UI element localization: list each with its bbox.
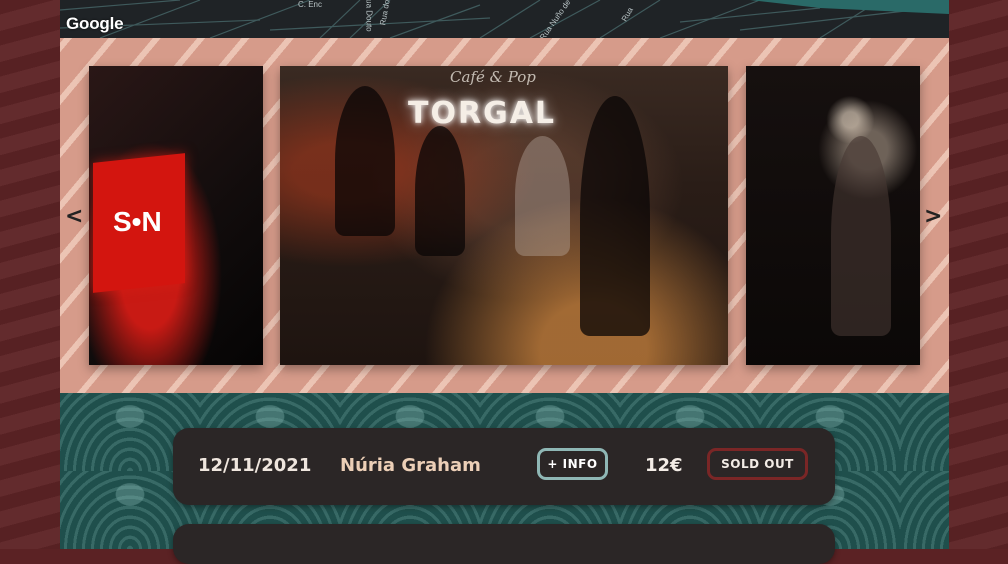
event-row <box>173 524 835 564</box>
event-artist: Núria Graham <box>340 455 481 476</box>
chevron-left-icon: < <box>65 204 84 229</box>
events-section: 12/11/2021 Núria Graham + INFO 12€ SOLD … <box>60 393 949 564</box>
musician-figure <box>335 86 395 236</box>
street-label: C. Enc <box>298 0 323 9</box>
gallery-slide-3[interactable] <box>746 66 920 365</box>
left-background-panel <box>0 0 60 549</box>
musician-figure <box>415 126 465 256</box>
neon-sign: TORGAL <box>408 96 557 131</box>
musician-figure <box>515 136 570 256</box>
map-roads <box>60 0 949 38</box>
sign-text: S•N <box>113 206 162 237</box>
musician-figure <box>580 96 650 336</box>
right-background-panel <box>949 0 1008 549</box>
neon-subtitle: Café & Pop <box>450 68 536 86</box>
google-logo: Google <box>66 14 124 33</box>
gallery-next-button[interactable]: > <box>924 204 942 229</box>
event-date: 12/11/2021 <box>198 455 312 476</box>
street-label: Rua Douto <box>364 0 374 32</box>
photo-gallery: < S•N Café & Pop TORGAL > <box>60 38 949 393</box>
chevron-right-icon: > <box>924 204 943 229</box>
map-embed[interactable]: C. Enc Rua Douto Rua do Rua Nuño de C Ru… <box>60 0 949 38</box>
event-row: 12/11/2021 Núria Graham + INFO 12€ SOLD … <box>173 428 835 505</box>
gallery-slide-2[interactable]: Café & Pop TORGAL <box>280 66 728 365</box>
info-button[interactable]: + INFO <box>537 448 608 480</box>
gallery-prev-button[interactable]: < <box>65 204 83 229</box>
audience-figure <box>831 136 891 336</box>
event-price: 12€ <box>645 455 683 476</box>
sold-out-badge: SOLD OUT <box>707 448 808 480</box>
gallery-slide-1[interactable]: S•N <box>89 66 263 365</box>
